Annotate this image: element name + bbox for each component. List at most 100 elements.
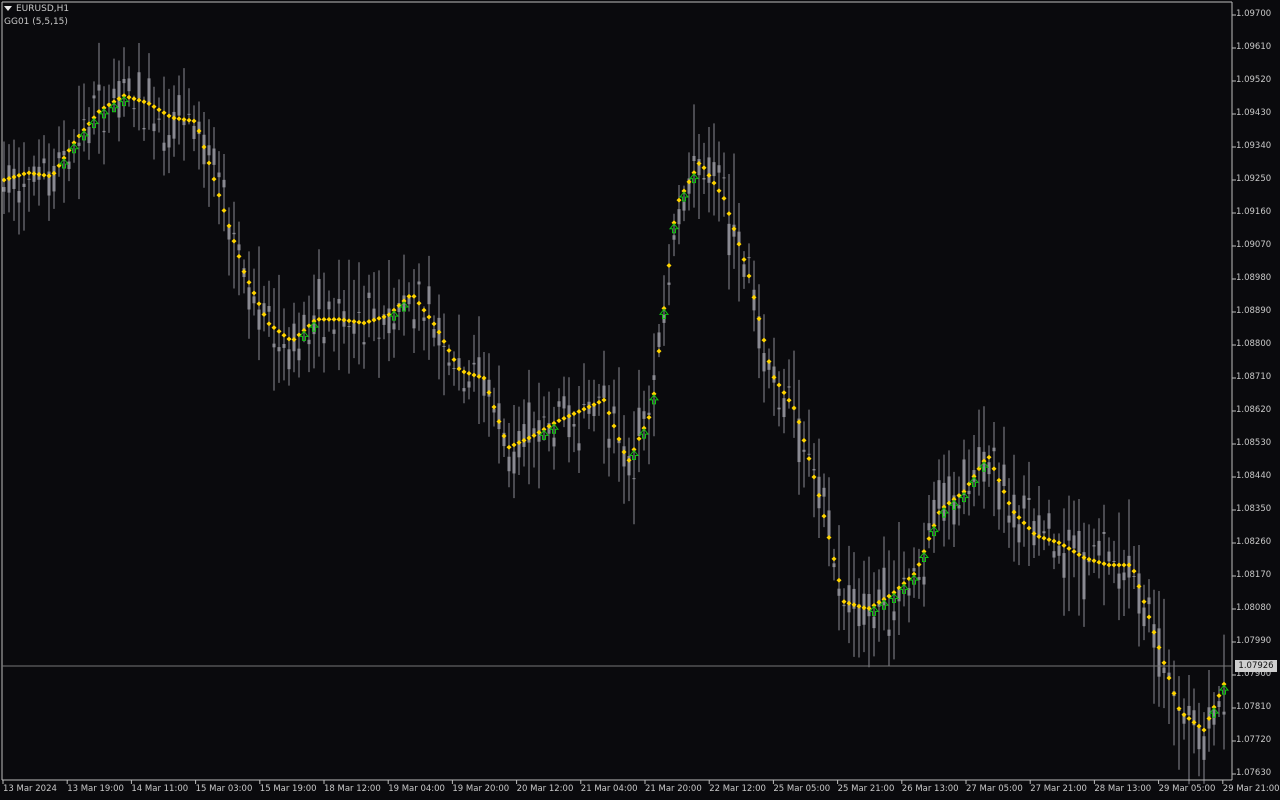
time-label: 29 Mar 21:00 [1222, 784, 1280, 794]
candle-body [442, 345, 446, 347]
signal-point [646, 414, 652, 420]
candle-body [1007, 515, 1011, 523]
candle-body [887, 629, 891, 636]
price-label: 1.08440 [1236, 471, 1272, 481]
signal-point [171, 115, 177, 121]
candle-body [612, 406, 616, 414]
signal-point [126, 94, 132, 100]
time-label: 13 Mar 19:00 [67, 784, 124, 794]
time-label: 18 Mar 12:00 [324, 784, 381, 794]
price-label: 1.07630 [1236, 768, 1272, 778]
candle-body [82, 119, 86, 121]
signal-point [861, 605, 867, 611]
signal-point [496, 419, 502, 425]
time-label: 28 Mar 13:00 [1094, 784, 1152, 794]
price-label: 1.08710 [1236, 372, 1272, 382]
candle-body [462, 388, 466, 392]
signal-point [1216, 693, 1222, 699]
signal-point [1186, 716, 1192, 722]
candle-body [57, 152, 61, 159]
candle-body [1047, 513, 1051, 529]
time-label: 19 Mar 20:00 [452, 784, 510, 794]
signal-point [796, 419, 802, 425]
candle-body [192, 125, 196, 139]
candle-body [252, 296, 256, 304]
signal-point [1026, 525, 1032, 531]
candle-body [817, 476, 821, 509]
signal-point [431, 321, 437, 327]
candle-body [602, 385, 606, 398]
signal-point [721, 195, 727, 201]
signal-point [561, 415, 567, 421]
signal-point [486, 390, 492, 396]
price-label: 1.07810 [1236, 702, 1272, 712]
candle-body [812, 468, 816, 471]
candle-body [747, 257, 751, 259]
candle-body [367, 292, 371, 299]
candle-body [127, 78, 131, 92]
candle-body [987, 462, 991, 475]
candle-body [247, 287, 251, 310]
signal-point [26, 170, 32, 176]
candle-body [692, 155, 696, 161]
candle-body [782, 398, 786, 418]
signal-point [836, 577, 842, 583]
signal-point [1156, 645, 1162, 650]
candle-body [452, 368, 456, 370]
price-chart[interactable] [0, 0, 1280, 800]
candle-body [797, 418, 801, 463]
candle-body [677, 209, 681, 225]
candle-body [157, 118, 161, 120]
signal-point [316, 316, 322, 322]
signal-point [1106, 562, 1112, 568]
candle-body [597, 396, 601, 398]
signal-point [786, 397, 792, 403]
signal-point [1021, 520, 1027, 526]
collapse-triangle-icon[interactable] [4, 6, 12, 11]
candle-body [42, 158, 46, 164]
price-label: 1.08620 [1236, 405, 1272, 415]
signal-point [281, 332, 287, 338]
signal-point [466, 370, 472, 376]
signal-point [1031, 531, 1037, 537]
candle-body [322, 337, 326, 344]
candle-body [572, 424, 576, 427]
candle-body [927, 523, 931, 531]
signal-point [666, 263, 672, 269]
candle-body [967, 490, 971, 495]
time-label: 27 Mar 05:00 [966, 784, 1023, 794]
candle-body [762, 353, 766, 372]
time-label: 15 Mar 19:00 [259, 784, 317, 794]
time-label: 19 Mar 04:00 [388, 784, 445, 794]
candle-body [632, 478, 636, 480]
signal-point [616, 436, 622, 442]
signal-point [446, 348, 452, 353]
candle-body [872, 616, 876, 629]
candle-body [282, 344, 286, 348]
signal-point [1201, 727, 1207, 733]
signal-point [1101, 561, 1107, 567]
candle-body [1222, 711, 1226, 715]
chart-info: EURUSD,H1 GG01 (5,5,15) [4, 3, 69, 29]
candle-body [1122, 572, 1126, 581]
signal-point [211, 176, 217, 182]
signal-point [926, 536, 932, 542]
candle-body [1217, 701, 1221, 708]
signal-point [416, 300, 422, 306]
signal-point [351, 318, 357, 324]
candle-body [892, 611, 896, 621]
price-label: 1.08170 [1236, 570, 1272, 580]
time-label: 26 Mar 13:00 [901, 784, 959, 794]
signal-point [421, 307, 427, 313]
candle-body [1002, 464, 1006, 487]
signal-point [741, 256, 747, 262]
signal-point [821, 513, 827, 519]
candle-body [332, 329, 336, 334]
signal-point [241, 269, 247, 275]
signal-point [621, 449, 627, 455]
signal-point [321, 316, 327, 322]
candle-body [912, 568, 916, 572]
signal-point [206, 160, 212, 166]
candle-body [122, 78, 126, 84]
candle-body [752, 289, 756, 311]
